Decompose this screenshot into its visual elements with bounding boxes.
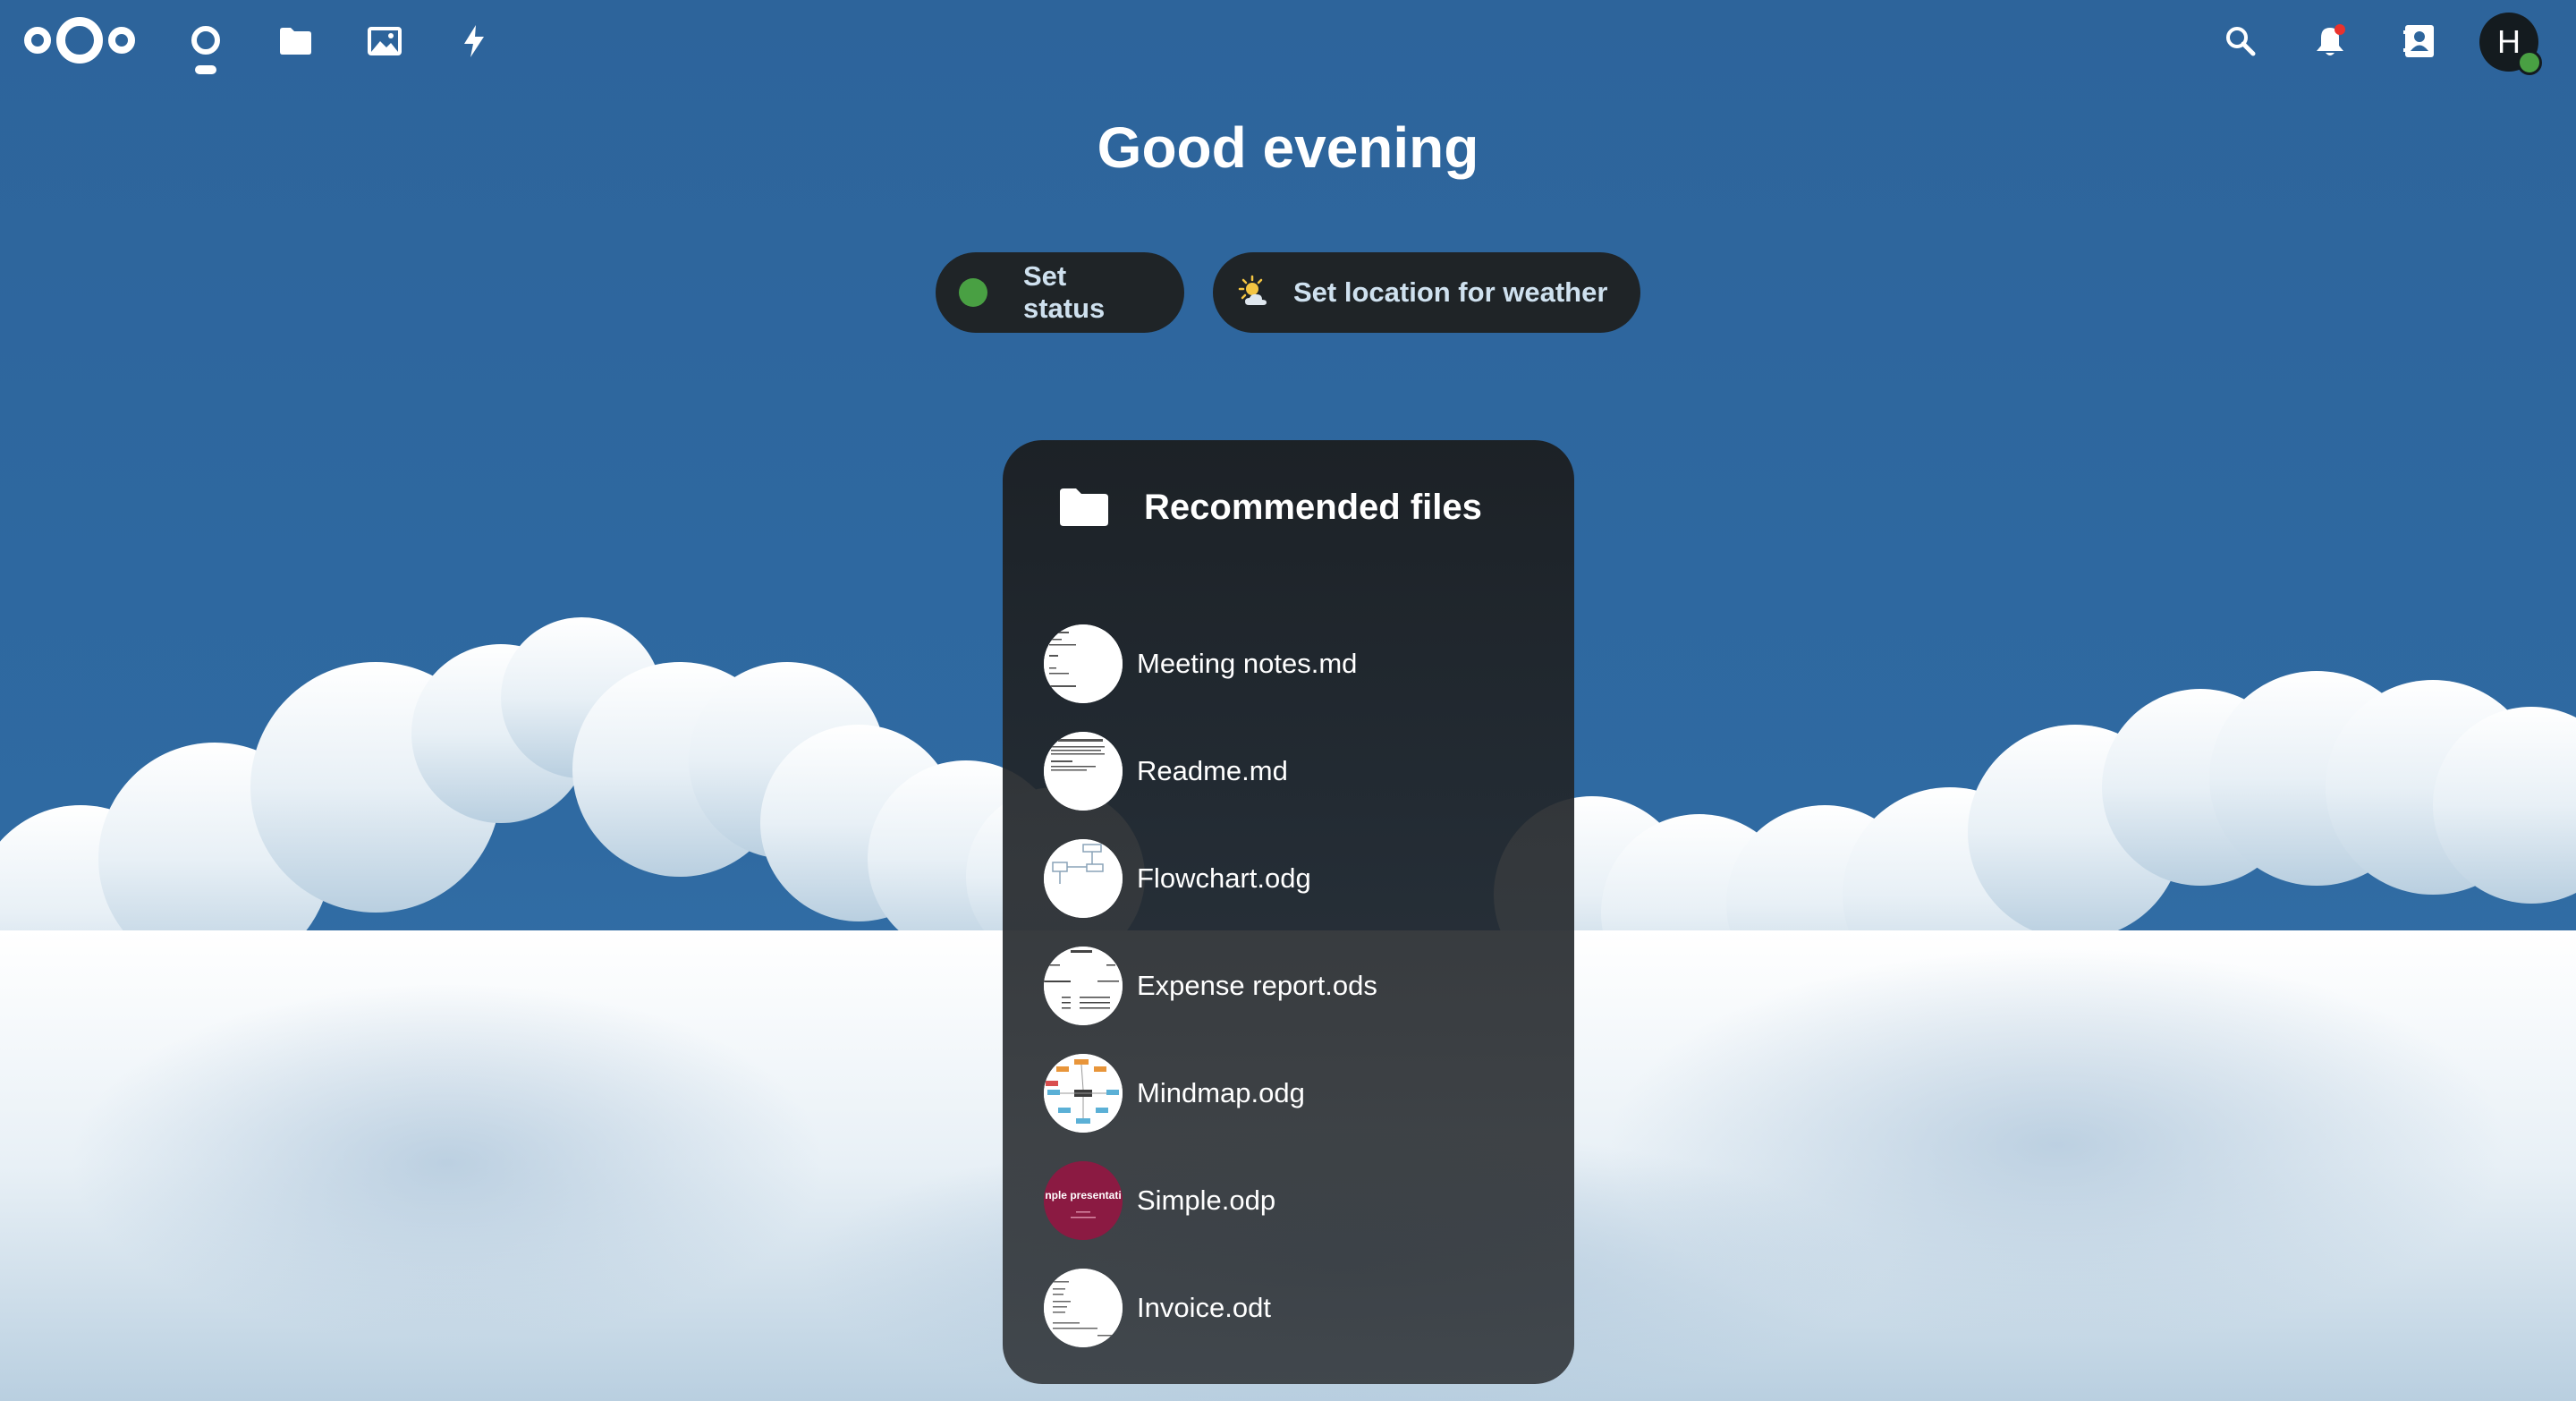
file-name: Mindmap.odg bbox=[1137, 1077, 1305, 1108]
spreadsheet-thumbnail bbox=[1044, 947, 1123, 1025]
folder-icon bbox=[1060, 488, 1108, 526]
file-name: Meeting notes.md bbox=[1137, 648, 1358, 679]
online-status-icon bbox=[959, 278, 987, 307]
file-name: Simple.odp bbox=[1137, 1184, 1276, 1216]
file-name: Invoice.odt bbox=[1137, 1292, 1271, 1323]
mindmap-thumbnail bbox=[1044, 1054, 1123, 1133]
file-name: Readme.md bbox=[1137, 755, 1288, 786]
online-status-indicator bbox=[2517, 50, 2542, 75]
set-status-label: Set status bbox=[1022, 260, 1106, 324]
panel-header: Recommended files bbox=[1058, 487, 1482, 528]
presentation-thumbnail: nple presentati bbox=[1044, 1161, 1123, 1240]
dashboard-icon[interactable] bbox=[179, 18, 233, 81]
file-item-flowchart[interactable]: Flowchart.odg bbox=[1044, 825, 1545, 932]
set-weather-location-button[interactable]: Set location for weather bbox=[1213, 252, 1640, 333]
file-item-simple-presentation[interactable]: nple presentati Simple.odp bbox=[1044, 1147, 1545, 1254]
file-item-mindmap[interactable]: Mindmap.odg bbox=[1044, 1040, 1545, 1147]
document-thumbnail bbox=[1044, 732, 1123, 811]
panel-title: Recommended files bbox=[1144, 487, 1482, 527]
weather-icon bbox=[1238, 275, 1267, 305]
file-item-invoice[interactable]: Invoice.odt bbox=[1044, 1254, 1545, 1362]
image-icon[interactable] bbox=[358, 16, 411, 66]
recommended-files-list: Meeting notes.md Readme.md Flowchart.odg… bbox=[1044, 610, 1545, 1362]
bell-icon[interactable] bbox=[2304, 16, 2356, 66]
file-item-meeting-notes[interactable]: Meeting notes.md bbox=[1044, 610, 1545, 717]
file-item-expense-report[interactable]: Expense report.ods bbox=[1044, 932, 1545, 1040]
user-avatar[interactable]: H bbox=[2479, 13, 2542, 75]
contacts-icon[interactable] bbox=[2394, 16, 2445, 66]
search-icon[interactable] bbox=[2215, 16, 2267, 66]
set-status-button[interactable]: Set status bbox=[936, 252, 1184, 333]
recommended-files-panel: Recommended files Meeting notes.md Readm… bbox=[1003, 440, 1574, 1384]
folder-icon[interactable] bbox=[268, 16, 322, 66]
file-item-readme[interactable]: Readme.md bbox=[1044, 717, 1545, 825]
nextcloud-logo-icon[interactable] bbox=[23, 13, 136, 68]
flowchart-thumbnail bbox=[1044, 839, 1123, 918]
status-row: Set status Set location for weather bbox=[0, 252, 2576, 333]
avatar-initial: H bbox=[2497, 23, 2521, 60]
document-thumbnail bbox=[1044, 624, 1123, 703]
top-header: H bbox=[0, 0, 2576, 82]
set-weather-label: Set location for weather bbox=[1293, 276, 1608, 308]
presentation-thumb-text: nple presentati bbox=[1045, 1189, 1121, 1201]
file-name: Expense report.ods bbox=[1137, 970, 1377, 1001]
invoice-thumbnail bbox=[1044, 1269, 1123, 1347]
file-name: Flowchart.odg bbox=[1137, 862, 1311, 894]
greeting-title: Good evening bbox=[1097, 115, 1479, 180]
lightning-icon[interactable] bbox=[447, 16, 501, 66]
